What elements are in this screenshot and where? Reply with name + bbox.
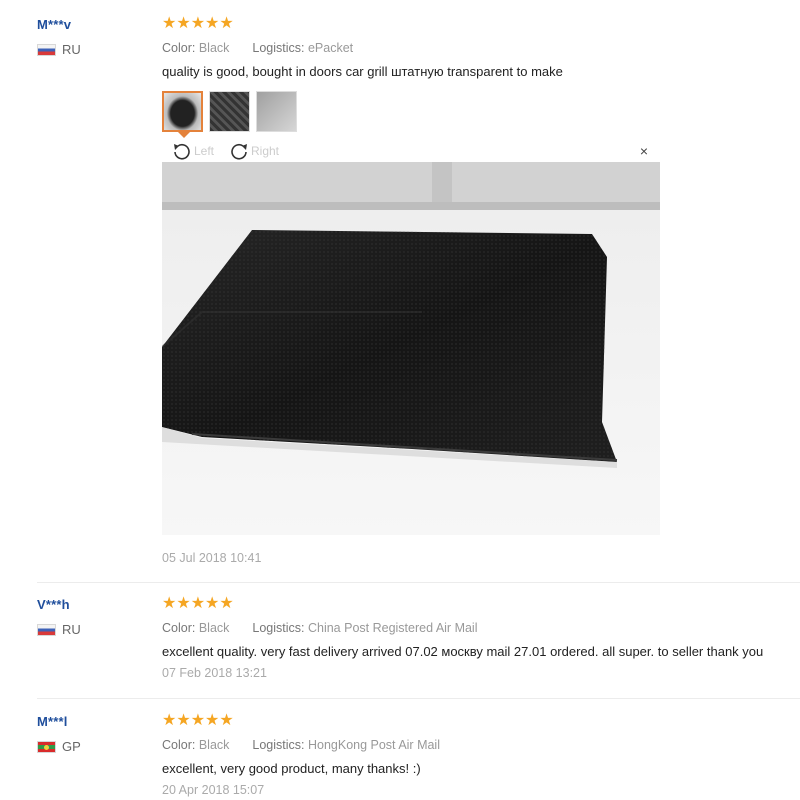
logistics-label: Logistics: [252,41,305,55]
review-date: 07 Feb 2018 13:21 [162,666,267,680]
buyer-name: V***h [37,597,70,612]
logistics-value: China Post Registered Air Mail [307,621,478,635]
buyer-country: RU [37,622,81,637]
review-content: ★★★★★ Color: Black Logistics: HongKong P… [162,712,800,798]
review-content: ★★★★★ Color: Black Logistics: ePacket qu… [162,15,800,80]
review-text: excellent quality. very fast delivery ar… [162,644,764,659]
rotate-right-label: Right [251,144,280,158]
review-content: ★★★★★ Color: Black Logistics: China Post… [162,595,800,681]
color-value: Black [198,41,230,55]
logistics-value: ePacket [307,41,354,55]
russia-flag-icon [37,43,56,56]
logistics-label: Logistics: [252,738,305,752]
buyer-country: RU [37,42,81,57]
color-label: Color: [162,621,196,635]
review-date: 20 Apr 2018 15:07 [162,783,265,797]
photo-thumbnail[interactable] [209,91,250,132]
review-photo-large [162,162,660,535]
rotate-left-icon [174,143,190,160]
divider [37,582,800,583]
buyer-country: GP [37,739,81,754]
rotate-right-icon [231,143,247,160]
guadeloupe-flag-icon [37,740,56,753]
country-code: RU [62,42,81,57]
review-text: excellent, very good product, many thank… [162,761,421,776]
review-text: quality is good, bought in doors car gri… [162,64,563,79]
buyer-info: M***l GP [37,714,81,754]
buyer-info: V***h RU [37,597,81,637]
color-label: Color: [162,41,196,55]
buyer-name: M***v [37,17,72,32]
country-code: RU [62,622,81,637]
country-code: GP [62,739,81,754]
photo-thumbnail[interactable] [162,91,203,138]
order-info: Color: Black Logistics: China Post Regis… [162,621,800,635]
photo-thumbnails [162,91,297,138]
star-rating: ★★★★★ [162,15,234,32]
logistics-label: Logistics: [252,621,305,635]
order-info: Color: Black Logistics: HongKong Post Ai… [162,738,800,752]
order-info: Color: Black Logistics: ePacket [162,41,800,55]
star-rating: ★★★★★ [162,595,234,612]
rotate-left-label: Left [194,144,215,158]
star-rating: ★★★★★ [162,712,234,729]
color-value: Black [198,621,230,635]
logistics-value: HongKong Post Air Mail [307,738,440,752]
color-value: Black [198,738,230,752]
photo-viewer-toolbar: Left Right × [162,140,660,162]
rotate-left-button[interactable]: Left [172,142,214,160]
color-label: Color: [162,738,196,752]
buyer-info: M***v RU [37,17,81,57]
close-viewer-button[interactable]: × [640,144,648,158]
photo-thumbnail[interactable] [256,91,297,132]
russia-flag-icon [37,623,56,636]
review-date: 05 Jul 2018 10:41 [162,551,262,565]
buyer-name: M***l [37,714,68,729]
rotate-right-button[interactable]: Right [229,142,279,160]
divider [37,698,800,699]
